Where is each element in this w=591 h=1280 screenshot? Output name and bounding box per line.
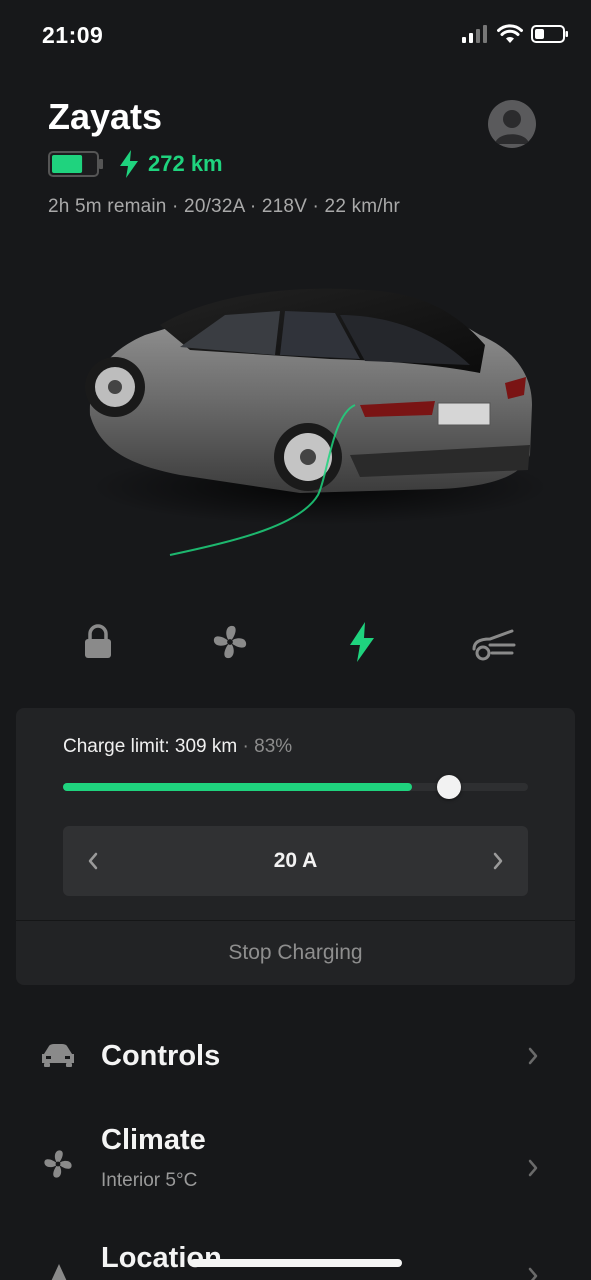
charging-bolt-icon [120,150,138,178]
location-arrow-icon [51,1264,67,1280]
chevron-right-icon [493,852,503,870]
fan-icon [44,1150,72,1178]
menu-item-controls[interactable]: Controls [0,1030,591,1086]
menu-title-climate: Climate [101,1124,206,1156]
car-image [85,288,550,556]
amps-stepper: 20 A [63,826,528,896]
battery-icon [531,25,568,43]
charge-limit-row: Charge limit: 309 km · 83% [63,736,292,758]
vehicle-header: Zayats 272 km 2h 5m remain · 20/32A · 21… [48,96,400,218]
profile-icon [495,110,529,144]
car-icon [42,1044,74,1067]
bolt-icon [350,622,374,662]
lock-icon [85,624,111,658]
status-icons [461,24,569,44]
frunk-icon [472,629,516,661]
charge-limit-handle[interactable] [436,775,461,799]
increase-amps-button[interactable] [468,826,528,896]
status-time: 21:09 [42,22,104,48]
chevron-right-icon [528,1047,538,1065]
charge-level-fill [63,783,412,791]
charging-card: Charge limit: 309 km · 83% 20 A Stop Cha… [16,708,575,985]
menu-title-controls: Controls [101,1040,221,1072]
charge-button[interactable] [332,612,392,672]
chevron-right-icon [528,1267,538,1280]
lock-button[interactable] [68,612,128,672]
signal-icon [462,25,487,43]
status-bar: 21:09 [0,0,591,72]
chevron-right-icon [528,1159,538,1177]
charge-limit-label: Charge limit: 309 km [63,736,238,757]
charge-limit-slider[interactable] [63,775,528,799]
frunk-button[interactable] [464,612,524,672]
menu-item-climate[interactable]: Climate Interior 5°C [0,1120,591,1200]
home-indicator[interactable] [190,1259,402,1267]
climate-button[interactable] [200,612,260,672]
quick-actions [0,612,591,672]
vehicle-battery-icon [48,151,103,177]
fan-icon [213,625,247,659]
amps-value: 20 A [273,849,318,872]
range-text: 272 km [148,151,223,176]
stop-charging-button[interactable]: Stop Charging [16,921,575,985]
range-row: 272 km [48,150,400,178]
charge-details: 2h 5m remain · 20/32A · 218V · 22 km/hr [48,196,401,217]
vehicle-name[interactable]: Zayats [48,96,400,138]
charge-limit-percent: · 83% [242,736,293,757]
wifi-icon [497,24,523,43]
profile-avatar-button[interactable] [488,100,536,148]
menu-subtitle-climate: Interior 5°C [101,1170,198,1191]
